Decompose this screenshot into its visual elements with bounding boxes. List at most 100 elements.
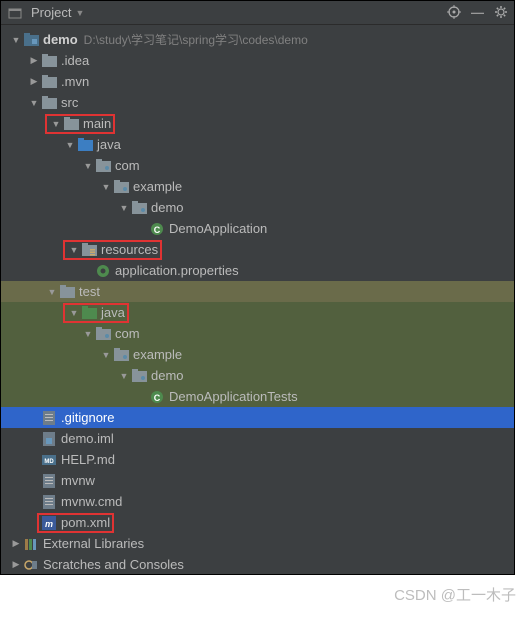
scratches-icon bbox=[23, 557, 39, 573]
folder-icon bbox=[59, 284, 75, 300]
tree-node-external-libraries[interactable]: ▶ External Libraries bbox=[1, 533, 514, 554]
tree-node-mvn[interactable]: ▶ .mvn bbox=[1, 71, 514, 92]
tree-node-app-props[interactable]: application.properties bbox=[1, 260, 514, 281]
expand-arrow-icon[interactable]: ▼ bbox=[27, 98, 41, 108]
tool-window-header: Project ▼ — bbox=[1, 1, 514, 25]
project-path: D:\study\学习笔记\spring学习\codes\demo bbox=[84, 31, 308, 48]
tree-node-com-test[interactable]: ▼ com bbox=[1, 323, 514, 344]
package-icon bbox=[113, 347, 129, 363]
tree-label: test bbox=[79, 284, 100, 299]
expand-arrow-icon[interactable]: ▼ bbox=[99, 182, 113, 192]
tree-label: java bbox=[101, 305, 125, 320]
tree-node-test[interactable]: ▼ test bbox=[1, 281, 514, 302]
highlight-box: ▼ java bbox=[63, 303, 129, 323]
svg-text:C: C bbox=[154, 393, 161, 403]
tree-node-idea[interactable]: ▶ .idea bbox=[1, 50, 514, 71]
tree-node-scratches[interactable]: ▶ Scratches and Consoles bbox=[1, 554, 514, 575]
tree-node-demo-application[interactable]: C DemoApplication bbox=[1, 218, 514, 239]
tree-node-com-main[interactable]: ▼ com bbox=[1, 155, 514, 176]
tree-label: mvnw bbox=[61, 473, 95, 488]
package-icon bbox=[131, 200, 147, 216]
package-icon bbox=[95, 326, 111, 342]
tree-label: demo bbox=[151, 200, 184, 215]
dropdown-arrow-icon[interactable]: ▼ bbox=[75, 8, 84, 18]
package-icon bbox=[113, 179, 129, 195]
tree-label: com bbox=[115, 158, 140, 173]
properties-file-icon bbox=[95, 263, 111, 279]
tree-label: DemoApplication bbox=[169, 221, 267, 236]
class-icon: C bbox=[149, 221, 165, 237]
tree-label: Scratches and Consoles bbox=[43, 557, 184, 572]
tree-label: .gitignore bbox=[61, 410, 114, 425]
tree-node-demo-iml[interactable]: demo.iml bbox=[1, 428, 514, 449]
libraries-icon bbox=[23, 536, 39, 552]
gear-icon[interactable] bbox=[494, 5, 508, 20]
tree-node-demo-test[interactable]: ▼ demo bbox=[1, 365, 514, 386]
expand-arrow-icon[interactable]: ▼ bbox=[99, 350, 113, 360]
source-folder-icon bbox=[77, 137, 93, 153]
tree-node-mvnw-cmd[interactable]: mvnw.cmd bbox=[1, 491, 514, 512]
expand-arrow-icon[interactable]: ▼ bbox=[117, 371, 131, 381]
expand-arrow-icon[interactable]: ▶ bbox=[27, 76, 41, 87]
highlight-box: m pom.xml bbox=[37, 513, 114, 533]
expand-arrow-icon[interactable]: ▶ bbox=[27, 55, 41, 66]
tool-window-title[interactable]: Project ▼ bbox=[7, 5, 447, 21]
highlight-box: ▼ resources bbox=[63, 240, 162, 260]
expand-arrow-icon[interactable]: ▼ bbox=[63, 140, 77, 150]
highlight-box: ▼ main bbox=[45, 114, 115, 134]
tree-label: example bbox=[133, 179, 182, 194]
expand-arrow-icon[interactable]: ▼ bbox=[9, 35, 23, 45]
module-folder-icon bbox=[23, 32, 39, 48]
tree-node-pom-xml[interactable]: m pom.xml bbox=[1, 512, 514, 533]
tree-node-example-main[interactable]: ▼ example bbox=[1, 176, 514, 197]
folder-icon bbox=[41, 95, 57, 111]
expand-arrow-icon[interactable]: ▶ bbox=[9, 538, 23, 549]
tree-node-resources[interactable]: ▼ resources bbox=[1, 239, 514, 260]
tree-label: demo.iml bbox=[61, 431, 114, 446]
tree-node-demo-app-tests[interactable]: C DemoApplicationTests bbox=[1, 386, 514, 407]
package-icon bbox=[131, 368, 147, 384]
tree-label: example bbox=[133, 347, 182, 362]
expand-arrow-icon[interactable]: ▶ bbox=[9, 559, 23, 570]
tree-node-root[interactable]: ▼ demo D:\study\学习笔记\spring学习\codes\demo bbox=[1, 29, 514, 50]
tree-label: src bbox=[61, 95, 78, 110]
project-tree[interactable]: ▼ demo D:\study\学习笔记\spring学习\codes\demo… bbox=[1, 25, 514, 575]
folder-icon bbox=[41, 53, 57, 69]
file-icon bbox=[41, 494, 57, 510]
folder-icon bbox=[63, 116, 79, 132]
tree-node-mvnw[interactable]: mvnw bbox=[1, 470, 514, 491]
iml-file-icon bbox=[41, 431, 57, 447]
ide-window: Project ▼ — ▼ demo D:\study\学习笔记\spring学… bbox=[0, 0, 515, 575]
tree-label: main bbox=[83, 116, 111, 131]
tree-label: .idea bbox=[61, 53, 89, 68]
header-tools: — bbox=[447, 5, 508, 20]
tree-label: demo bbox=[151, 368, 184, 383]
tree-node-src[interactable]: ▼ src bbox=[1, 92, 514, 113]
file-icon bbox=[41, 410, 57, 426]
tree-label: External Libraries bbox=[43, 536, 144, 551]
expand-arrow-icon[interactable]: ▼ bbox=[81, 161, 95, 171]
resources-folder-icon bbox=[81, 242, 97, 258]
tree-label: HELP.md bbox=[61, 452, 115, 467]
tree-node-java-test[interactable]: ▼ java bbox=[1, 302, 514, 323]
tree-node-demo-main[interactable]: ▼ demo bbox=[1, 197, 514, 218]
expand-arrow-icon[interactable]: ▼ bbox=[67, 308, 81, 318]
file-icon bbox=[41, 473, 57, 489]
collapse-icon[interactable]: — bbox=[471, 5, 484, 20]
tree-node-example-test[interactable]: ▼ example bbox=[1, 344, 514, 365]
tree-node-gitignore[interactable]: .gitignore bbox=[1, 407, 514, 428]
target-icon[interactable] bbox=[447, 5, 461, 20]
expand-arrow-icon[interactable]: ▼ bbox=[81, 329, 95, 339]
tree-node-help-md[interactable]: MD HELP.md bbox=[1, 449, 514, 470]
svg-text:m: m bbox=[45, 519, 53, 529]
tree-label: DemoApplicationTests bbox=[169, 389, 298, 404]
tree-label: pom.xml bbox=[61, 515, 110, 530]
expand-arrow-icon[interactable]: ▼ bbox=[117, 203, 131, 213]
tree-node-main[interactable]: ▼ main bbox=[1, 113, 514, 134]
expand-arrow-icon[interactable]: ▼ bbox=[49, 119, 63, 129]
tree-node-java-main[interactable]: ▼ java bbox=[1, 134, 514, 155]
tree-label: .mvn bbox=[61, 74, 89, 89]
watermark-text: CSDN @工一木子 bbox=[394, 584, 516, 605]
expand-arrow-icon[interactable]: ▼ bbox=[45, 287, 59, 297]
expand-arrow-icon[interactable]: ▼ bbox=[67, 245, 81, 255]
